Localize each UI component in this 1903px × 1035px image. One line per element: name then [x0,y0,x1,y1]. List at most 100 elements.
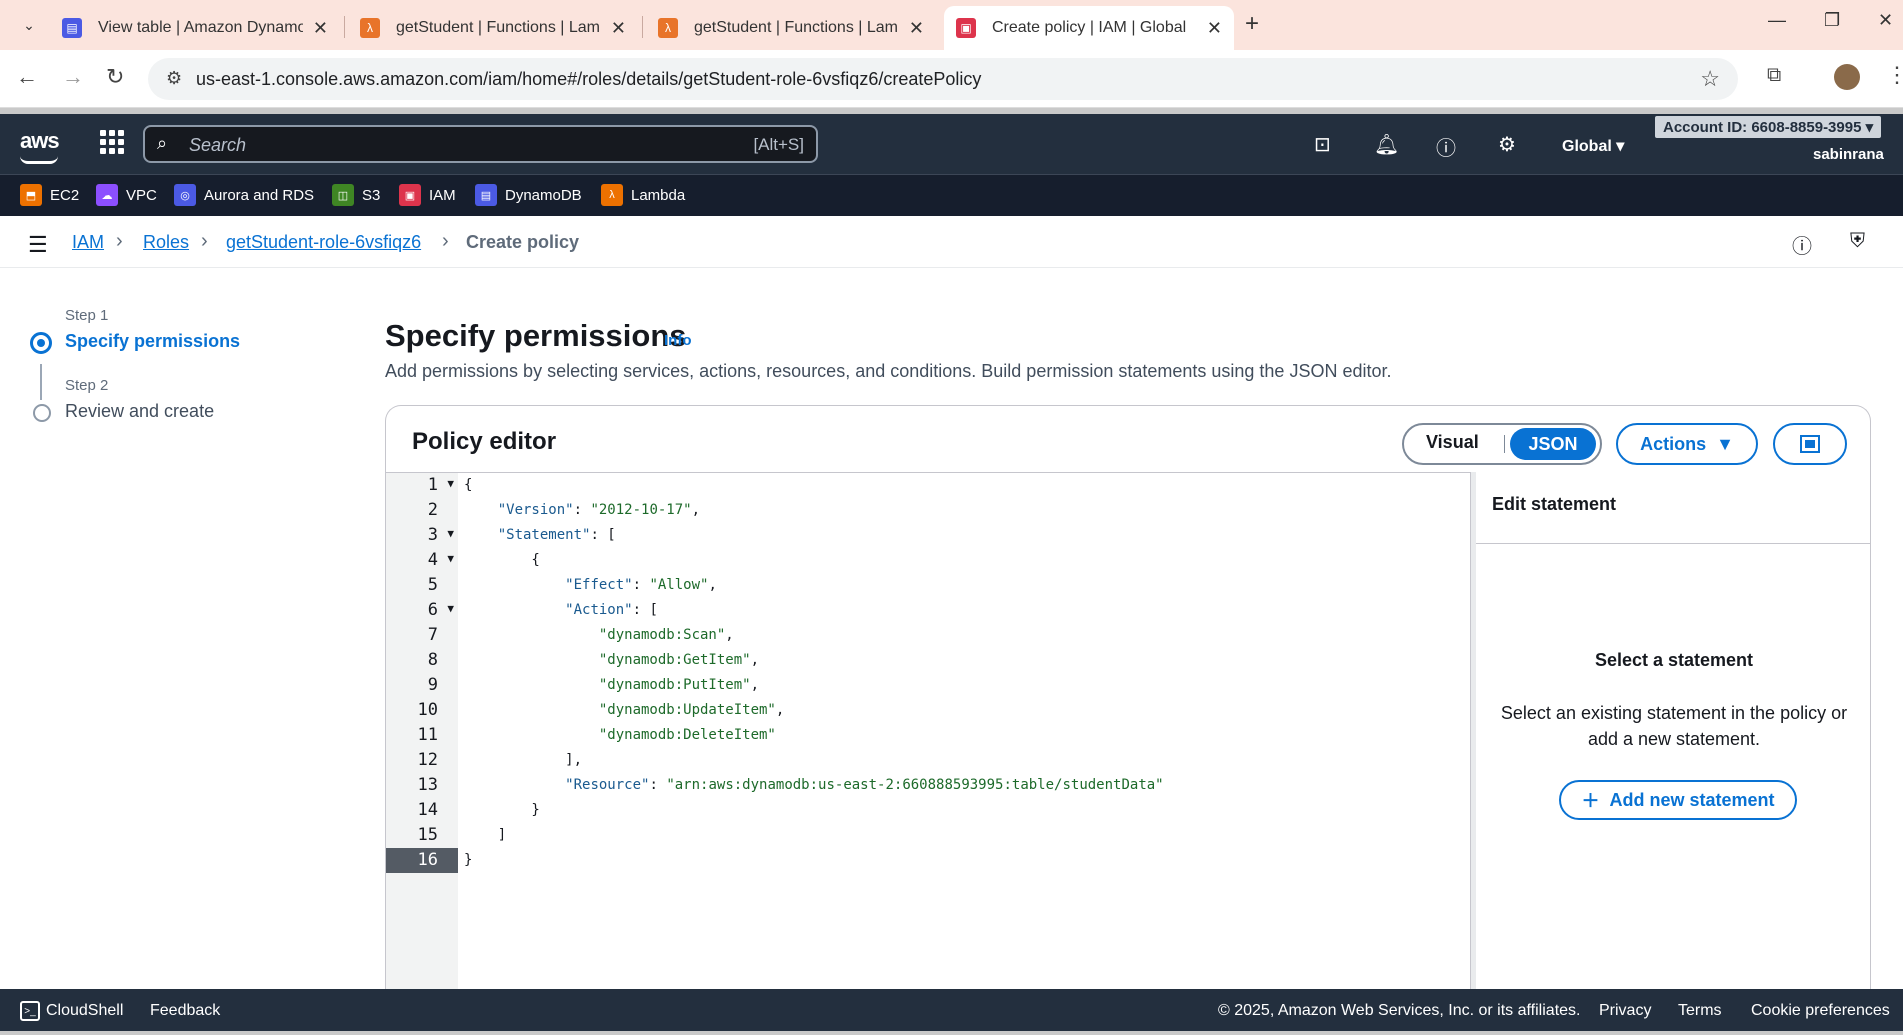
line-number-text: 7 [427,625,438,645]
favorite-iam[interactable]: ▣ IAM [399,184,456,206]
code-line: "dynamodb:PutItem", [598,677,760,693]
url-field[interactable]: ⚙ us-east-1.console.aws.amazon.com/iam/h… [148,58,1738,100]
search-input[interactable]: ⌕ Search [Alt+S] [143,125,818,163]
editor-mode-toggle: Visual JSON [1402,423,1602,465]
new-tab-icon[interactable]: + [1245,10,1259,38]
favorite-vpc[interactable]: ☁ VPC [96,184,157,206]
edit-statement-title: Edit statement [1492,494,1617,514]
tab-title: getStudent | Functions | Lambda [396,19,601,36]
username[interactable]: sabinrana [1813,146,1884,163]
iam-icon: ▣ [399,184,421,206]
close-window-icon[interactable]: ✕ [1878,10,1893,31]
breadcrumb: ☰ IAM › Roles › getStudent-role-6vsfiqz6… [0,216,1903,268]
actions-label: Actions [1640,433,1707,454]
close-tab-icon[interactable]: ✕ [1207,18,1222,39]
line-number-text: 9 [427,675,438,695]
forward-icon[interactable]: → [62,64,84,90]
line-number-text: 12 [417,750,438,770]
line-number: 10 [386,698,458,723]
security-shield-icon[interactable]: ⛨ [1850,230,1865,253]
breadcrumb-roles[interactable]: Roles [143,232,189,253]
browser-menu-icon[interactable]: ⋮ [1886,62,1903,88]
step-connector [40,364,42,400]
code-line: "Resource": "arn:aws:dynamodb:us-east-2:… [565,777,1164,793]
favorite-label: S3 [362,186,381,204]
browser-tab-active[interactable]: ▣ Create policy | IAM | Global ✕ [944,6,1234,50]
favorite-s3[interactable]: ◫ S3 [332,184,380,206]
cookie-preferences-link[interactable]: Cookie preferences [1751,1002,1890,1020]
browser-tab[interactable]: λ getStudent | Functions | Lambda ✕ [348,6,638,50]
reload-icon[interactable]: ↻ [106,64,124,90]
line-number-text: 2 [427,500,438,520]
fold-toggle-icon[interactable]: ▼ [447,552,454,565]
actions-dropdown-button[interactable]: Actions ▼ [1616,423,1758,465]
account-id-badge[interactable]: Account ID: 6608-8859-3995 ▾ [1655,116,1882,138]
bookmark-star-icon[interactable]: ☆ [1700,66,1720,92]
favorite-ec2[interactable]: ⬒ EC2 [20,184,79,206]
add-statement-label: Add new statement [1609,789,1775,810]
select-statement-title: Select a statement [1594,650,1754,670]
close-tab-icon[interactable]: ✕ [611,18,626,39]
favorite-dynamodb[interactable]: ▤ DynamoDB [475,184,582,206]
aws-logo[interactable]: aws [20,128,60,164]
search-icon: ⌕ [157,133,168,153]
fold-toggle-icon[interactable]: ▼ [447,527,454,540]
browser-tab[interactable]: λ getStudent | Functions | Lambda ✕ [646,6,936,50]
region-selector[interactable]: Global ▾ [1562,136,1624,156]
breadcrumb-iam[interactable]: IAM [72,232,104,253]
browser-tab[interactable]: ▤ View table | Amazon DynamoDB ✕ [50,6,340,50]
minimize-icon[interactable]: — [1768,10,1786,31]
terms-link[interactable]: Terms [1678,1002,1722,1020]
profile-avatar[interactable] [1834,64,1860,90]
code-line: "dynamodb:GetItem", [598,652,760,668]
chevron-right-icon: › [201,230,208,252]
favorite-lambda[interactable]: λ Lambda [601,184,685,206]
json-mode-button[interactable]: JSON [1510,428,1596,460]
code-line: "dynamodb:UpdateItem", [598,702,785,718]
caret-down-icon: ▼ [1716,433,1734,454]
cloudshell-icon[interactable]: ⊡ [1314,132,1331,157]
fullscreen-icon [1800,435,1820,453]
extensions-icon[interactable]: ⧉ [1767,64,1781,87]
site-info-icon[interactable]: ⚙ [166,68,182,89]
line-number: 4 ▼ [386,548,458,573]
line-number: 3 ▼ [386,523,458,548]
tab-title: Create policy | IAM | Global [992,19,1187,36]
fold-toggle-icon[interactable]: ▼ [447,477,454,490]
line-gutter: 1 ▼ 2 3 ▼ 4 ▼ 5 6 ▼ 7 8 9 10 11 12 13 14 15 16 [386,473,458,1005]
close-tab-icon[interactable]: ✕ [909,18,924,39]
menu-icon[interactable]: ☰ [28,232,48,258]
privacy-link[interactable]: Privacy [1599,1002,1651,1020]
bell-icon[interactable]: 🔔︎ [1374,132,1399,157]
back-icon[interactable]: ← [16,64,38,90]
visual-mode-button[interactable]: Visual [1426,432,1479,453]
favorite-label: VPC [126,186,157,204]
close-tab-icon[interactable]: ✕ [313,18,328,39]
json-editor[interactable]: 1 ▼ 2 3 ▼ 4 ▼ 5 6 ▼ 7 8 9 10 11 12 13 14 15 16 { "Version":… [386,472,1470,1005]
cloudshell-link[interactable]: CloudShell [46,1002,123,1020]
gear-icon[interactable]: ⚙ [1498,132,1516,157]
tab-search-chevron-icon[interactable]: ⌄ [14,10,44,40]
services-grid-icon[interactable] [100,130,124,154]
feedback-link[interactable]: Feedback [150,1002,220,1020]
favorite-aurora-rds[interactable]: ◎ Aurora and RDS [174,184,314,206]
step-1-label: Step 1 [65,307,109,324]
lambda-favicon-icon: λ [658,18,678,38]
code-line: "Action": [ [565,602,658,618]
code-line: } [464,852,473,868]
help-icon[interactable]: ⓘ [1436,132,1456,161]
search-placeholder: Search [189,135,247,155]
line-number: 12 [386,748,458,773]
cloudshell-icon[interactable]: >_ [20,1001,40,1021]
info-link[interactable]: Info [664,332,692,349]
info-panel-icon[interactable]: ⓘ [1792,230,1812,259]
step-1-name[interactable]: Specify permissions [65,331,240,352]
step-1-indicator [30,332,52,354]
line-number: 15 [386,823,458,848]
restore-icon[interactable]: ❐ [1824,10,1840,31]
add-new-statement-button[interactable]: ＋ Add new statement [1559,780,1797,820]
breadcrumb-role[interactable]: getStudent-role-6vsfiqz6 [226,232,421,253]
fullscreen-button[interactable] [1773,423,1847,465]
fold-toggle-icon[interactable]: ▼ [447,602,454,615]
code-area[interactable]: { "Version": "2012-10-17", "Statement": … [458,473,1470,1005]
